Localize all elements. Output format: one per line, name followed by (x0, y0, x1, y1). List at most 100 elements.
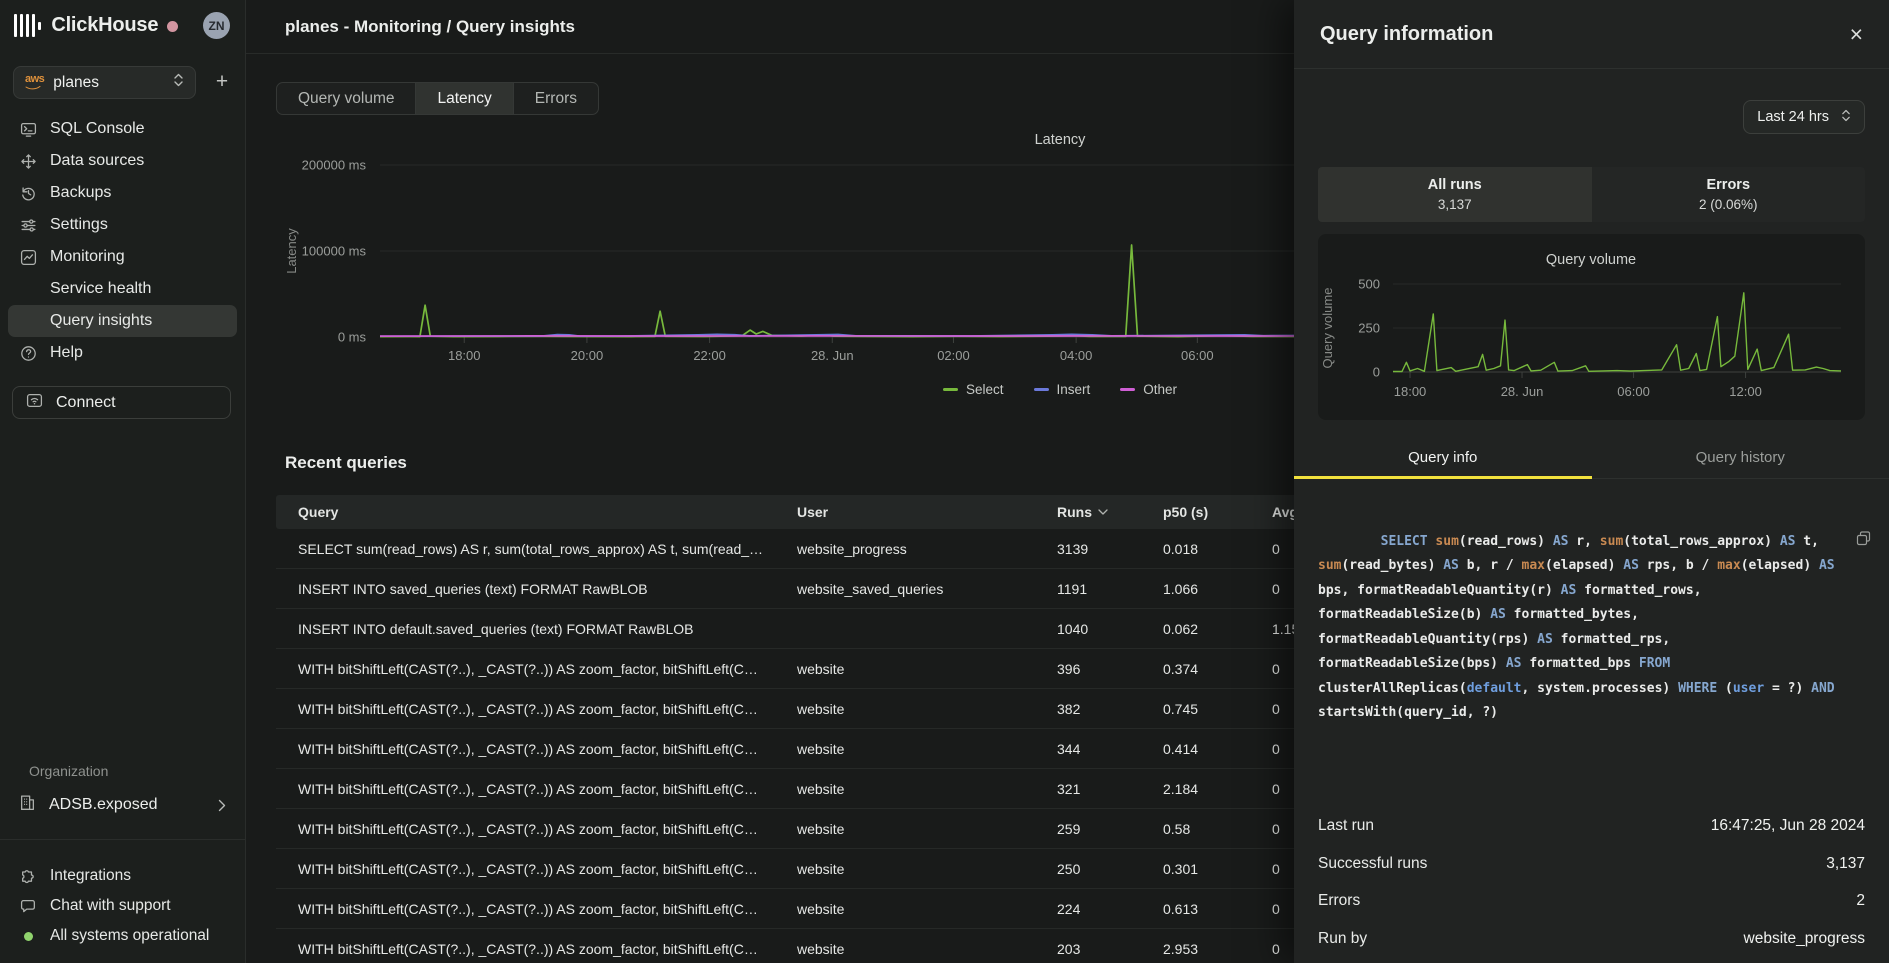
cell-p50: 0.613 (1163, 901, 1272, 917)
tab-latency[interactable]: Latency (416, 83, 513, 114)
cell-user: website_progress (797, 541, 1057, 557)
sidebar-item-chat-support[interactable]: Chat with support (8, 891, 237, 921)
column-header-query[interactable]: Query (298, 504, 797, 520)
cell-runs: 344 (1057, 741, 1163, 757)
svg-text:200000 ms: 200000 ms (302, 158, 367, 173)
cell-query: SELECT sum(read_rows) AS r, sum(total_ro… (298, 541, 797, 557)
tab-errors[interactable]: Errors (514, 83, 598, 114)
sidebar-item-settings[interactable]: Settings (8, 209, 237, 241)
cell-user: website_saved_queries (797, 581, 1057, 597)
sidebar-item-help[interactable]: Help (8, 337, 237, 369)
notification-dot-icon (167, 21, 178, 32)
panel-title: Query information (1320, 23, 1850, 46)
cell-p50: 2.184 (1163, 781, 1272, 797)
sidebar-item-integrations[interactable]: Integrations (8, 861, 237, 891)
column-header-user[interactable]: User (797, 504, 1057, 520)
query-volume-chart: Query volumeQuery volume025050018:0028. … (1318, 234, 1865, 420)
cell-p50: 0.374 (1163, 661, 1272, 677)
svg-text:06:00: 06:00 (1181, 348, 1214, 363)
settings-icon (19, 216, 37, 234)
sidebar: ClickHouse ZN aws planes + SQL ConsoleDa… (0, 0, 246, 963)
cell-runs: 259 (1057, 821, 1163, 837)
cell-query: WITH bitShiftLeft(CAST(?..), _CAST(?..))… (298, 821, 797, 837)
connect-icon (26, 392, 43, 414)
cell-query: WITH bitShiftLeft(CAST(?..), _CAST(?..))… (298, 661, 797, 677)
svg-text:18:00: 18:00 (1394, 384, 1427, 399)
svg-text:Latency: Latency (284, 228, 299, 274)
column-header-p50[interactable]: p50 (s) (1163, 504, 1272, 520)
cell-p50: 0.414 (1163, 741, 1272, 757)
aws-logo-icon: aws (25, 74, 44, 90)
sidebar-item-data-sources[interactable]: Data sources (8, 145, 237, 177)
sidebar-footer: IntegrationsChat with support All systems… (8, 861, 237, 951)
console-icon (19, 120, 37, 138)
organization-name: ADSB.exposed (49, 796, 158, 814)
cell-query: WITH bitShiftLeft(CAST(?..), _CAST(?..))… (298, 781, 797, 797)
connect-label: Connect (56, 394, 116, 412)
cell-user: website (797, 661, 1057, 677)
panel-header: Query information × (1294, 0, 1889, 69)
avatar[interactable]: ZN (203, 12, 230, 39)
legend-item-insert[interactable]: Insert (1034, 382, 1091, 397)
puzzle-icon (19, 867, 37, 885)
sidebar-nav: SQL ConsoleData sources Backups Settings Mo… (8, 113, 237, 369)
data-icon (19, 152, 37, 170)
legend-dash-icon (1034, 388, 1049, 391)
sidebar-item-monitoring[interactable]: Monitoring (8, 241, 237, 273)
copy-icon[interactable] (1778, 506, 1871, 580)
sidebar-item-label: Help (50, 344, 83, 362)
legend-item-other[interactable]: Other (1120, 382, 1177, 397)
tab-query-info[interactable]: Query info (1294, 436, 1592, 478)
add-service-button[interactable]: + (209, 68, 235, 96)
stat-row: Avg. Written Rows0 (1318, 958, 1865, 963)
sidebar-item-service-health[interactable]: Service health (8, 273, 237, 305)
stat-row: Run bywebsite_progress (1318, 920, 1865, 958)
stat-value: website_progress (1744, 930, 1865, 948)
organization-icon (19, 794, 36, 816)
stat-label: Successful runs (1318, 855, 1427, 873)
cell-runs: 203 (1057, 941, 1163, 957)
cell-p50: 2.953 (1163, 941, 1272, 957)
sidebar-item-query-insights[interactable]: Query insights (8, 305, 237, 337)
sidebar-item-label: Settings (50, 216, 108, 234)
organization-switcher[interactable]: ADSB.exposed (8, 789, 237, 821)
cell-query: INSERT INTO saved_queries (text) FORMAT … (298, 581, 797, 597)
sidebar-item-sql-console[interactable]: SQL Console (8, 113, 237, 145)
legend-item-select[interactable]: Select (943, 382, 1004, 397)
column-header-runs[interactable]: Runs (1057, 504, 1163, 520)
tab-query-history[interactable]: Query history (1592, 436, 1889, 478)
sidebar-item-label: All systems operational (50, 927, 209, 945)
chevron-right-icon (218, 799, 226, 812)
clickhouse-bars-icon (14, 14, 41, 37)
connect-button[interactable]: Connect (12, 386, 231, 419)
cell-query: WITH bitShiftLeft(CAST(?..), _CAST(?..))… (298, 941, 797, 957)
breadcrumb: planes - Monitoring / Query insights (285, 17, 575, 37)
svg-text:Query volume: Query volume (1546, 252, 1636, 268)
panel-tabs: Query info Query history (1294, 436, 1889, 479)
cell-user: website (797, 781, 1057, 797)
cell-p50: 0.062 (1163, 621, 1272, 637)
sidebar-item-label: Backups (50, 184, 111, 202)
svg-text:28. Jun: 28. Jun (1501, 384, 1544, 399)
svg-text:0 ms: 0 ms (338, 330, 367, 345)
panel-body: Last 24 hrs All runs 3,137 Errors 2 (0.0… (1294, 100, 1889, 963)
legend-label: Select (966, 382, 1004, 397)
svg-text:22:00: 22:00 (693, 348, 726, 363)
cell-p50: 0.018 (1163, 541, 1272, 557)
cell-query: WITH bitShiftLeft(CAST(?..), _CAST(?..))… (298, 701, 797, 717)
svg-text:250: 250 (1358, 321, 1380, 336)
cell-runs: 3139 (1057, 541, 1163, 557)
legend-label: Other (1143, 382, 1177, 397)
segment-all-runs[interactable]: All runs 3,137 (1318, 167, 1592, 222)
time-range-select[interactable]: Last 24 hrs (1743, 100, 1865, 134)
close-icon[interactable]: × (1850, 23, 1863, 46)
sidebar-item-backups[interactable]: Backups (8, 177, 237, 209)
tab-query-volume[interactable]: Query volume (277, 83, 416, 114)
clickhouse-logo[interactable]: ClickHouse (14, 14, 158, 37)
segment-errors[interactable]: Errors 2 (0.06%) (1592, 167, 1866, 222)
sidebar-item-system-status[interactable]: All systems operational (8, 921, 237, 951)
cell-query: WITH bitShiftLeft(CAST(?..), _CAST(?..))… (298, 741, 797, 757)
svg-text:04:00: 04:00 (1060, 348, 1093, 363)
stat-row: Errors2 (1318, 883, 1865, 921)
service-selector[interactable]: aws planes (13, 66, 196, 99)
